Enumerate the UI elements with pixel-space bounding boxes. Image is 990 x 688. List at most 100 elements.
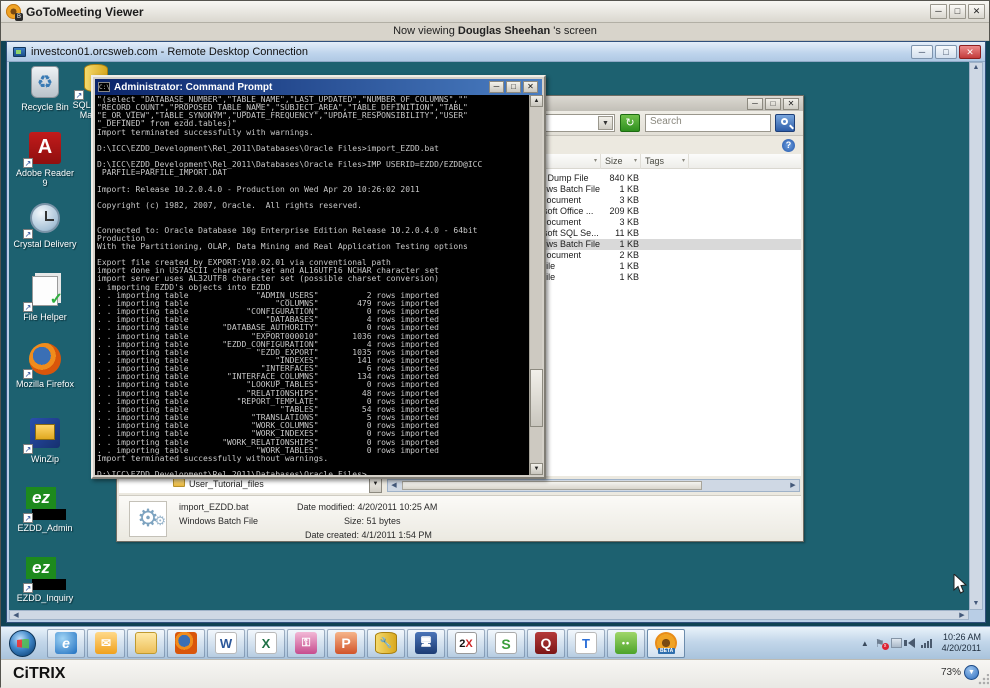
scroll-up-icon[interactable]: ▲ bbox=[530, 95, 543, 107]
taskbar-q-app-button[interactable]: Q bbox=[527, 629, 565, 658]
details-date-created: Date created: 4/1/2011 1:54 PM bbox=[305, 530, 432, 540]
desktop-icon-crystal-delivery[interactable]: ↗ Crystal Delivery bbox=[13, 202, 77, 249]
details-date-modified: Date modified: 4/20/2011 10:25 AM bbox=[297, 502, 437, 512]
folder-icon bbox=[173, 478, 185, 487]
scroll-right-icon[interactable]: ▶ bbox=[956, 611, 968, 621]
desktop-icon-winzip[interactable]: ↗ WinZip bbox=[13, 417, 77, 464]
icon-label: EZDD_Inquiry bbox=[13, 593, 77, 603]
firefox-icon bbox=[29, 343, 61, 375]
taskbar-outlook-button[interactable]: ✉ bbox=[87, 629, 125, 658]
refresh-go-button[interactable]: ↻ bbox=[620, 114, 640, 132]
taskbar-remote-desktop-button[interactable]: 🖥 bbox=[407, 629, 445, 658]
desktop-icon-adobe-reader[interactable]: A↗ Adobe Reader 9 bbox=[13, 132, 77, 188]
cmd-titlebar[interactable]: C:\ Administrator: Command Prompt ─ □ ✕ bbox=[95, 79, 542, 95]
mouse-cursor bbox=[953, 574, 968, 596]
viewer-close-button[interactable]: ✕ bbox=[968, 4, 985, 19]
firefox-icon bbox=[175, 632, 197, 654]
scroll-left-icon[interactable]: ◀ bbox=[10, 611, 22, 621]
taskbar-firefox-button[interactable] bbox=[167, 629, 205, 658]
shortcut-arrow-icon: ↗ bbox=[23, 369, 33, 379]
taskbar-sql-tools-button[interactable]: 🔧 bbox=[367, 629, 405, 658]
column-filter-icon[interactable]: ▾ bbox=[591, 154, 600, 169]
desktop-icon-firefox[interactable]: ↗ Mozilla Firefox bbox=[13, 343, 77, 389]
desktop-icon-ezdd-inquiry[interactable]: ez↗ EZDD_Inquiry bbox=[13, 557, 77, 603]
viewer-minimize-button[interactable]: ─ bbox=[930, 4, 947, 19]
column-filter-icon[interactable]: ▾ bbox=[679, 154, 688, 169]
tree-scroll-down-icon[interactable]: ▼ bbox=[369, 478, 382, 493]
powerpoint-icon: P bbox=[335, 632, 357, 654]
cmd-close-button[interactable]: ✕ bbox=[523, 81, 538, 93]
t-app-icon: T bbox=[575, 632, 597, 654]
viewer-maximize-button[interactable]: □ bbox=[949, 4, 966, 19]
search-button[interactable] bbox=[775, 114, 795, 132]
taskbar-green-app-button[interactable]: •• bbox=[607, 629, 645, 658]
rdp-maximize-button[interactable]: □ bbox=[935, 45, 957, 59]
explorer-horizontal-scrollbar[interactable]: ◀ ▶ bbox=[387, 479, 800, 492]
taskbar-2x-button[interactable]: 2X bbox=[447, 629, 485, 658]
s-app-icon: S bbox=[495, 632, 517, 654]
rdp-vertical-scrollbar[interactable]: ▲ ▼ bbox=[969, 62, 983, 610]
console-output[interactable]: "(select "DATABASE_NUMBER","TABLE_NAME",… bbox=[95, 95, 529, 475]
tray-generic-icon[interactable] bbox=[891, 638, 902, 648]
cmd-vertical-scrollbar[interactable]: ▲ ▼ bbox=[529, 95, 542, 475]
clock-icon bbox=[30, 203, 60, 233]
word-icon: W bbox=[215, 632, 237, 654]
taskbar-word-button[interactable]: W bbox=[207, 629, 245, 658]
cmd-maximize-button[interactable]: □ bbox=[506, 81, 521, 93]
volume-icon[interactable] bbox=[908, 638, 915, 648]
taskbar-powerpoint-button[interactable]: P bbox=[327, 629, 365, 658]
rdp-horizontal-scrollbar[interactable]: ◀ ▶ bbox=[9, 610, 969, 620]
scroll-right-icon[interactable]: ▶ bbox=[787, 481, 799, 491]
icon-label: Crystal Delivery bbox=[13, 239, 77, 249]
scrollbar-thumb[interactable] bbox=[530, 369, 543, 427]
command-prompt-window: C:\ Administrator: Command Prompt ─ □ ✕ … bbox=[91, 75, 546, 479]
tray-date: 4/20/2011 bbox=[942, 643, 981, 654]
taskbar-textpad-button[interactable]: T bbox=[567, 629, 605, 658]
explorer-close-button[interactable]: ✕ bbox=[783, 98, 799, 110]
network-signal-icon[interactable] bbox=[921, 639, 932, 648]
cmd-title: Administrator: Command Prompt bbox=[114, 82, 272, 93]
scroll-down-icon[interactable]: ▼ bbox=[970, 599, 982, 609]
taskbar-gotomeeting-button[interactable]: BETA bbox=[647, 629, 685, 658]
scroll-down-icon[interactable]: ▼ bbox=[530, 463, 543, 475]
start-button[interactable] bbox=[9, 630, 36, 657]
outlook-icon: ✉ bbox=[95, 632, 117, 654]
viewer-titlebar[interactable]: GoToMeeting Viewer ─ □ ✕ bbox=[1, 1, 989, 23]
taskbar-excel-button[interactable]: X bbox=[247, 629, 285, 658]
cmd-minimize-button[interactable]: ─ bbox=[489, 81, 504, 93]
tray-expand-icon[interactable]: ▲ bbox=[861, 639, 869, 648]
scroll-up-icon[interactable]: ▲ bbox=[970, 63, 982, 73]
address-dropdown-icon[interactable]: ▼ bbox=[598, 116, 613, 130]
desktop-icon-ezdd-admin[interactable]: ez↗ EZDD_Admin bbox=[13, 487, 77, 533]
rdp-titlebar[interactable]: investcon01.orcsweb.com - Remote Desktop… bbox=[7, 42, 985, 62]
help-icon[interactable]: ? bbox=[782, 139, 795, 152]
icon-label: Adobe Reader 9 bbox=[13, 168, 77, 188]
desktop-icon-file-helper[interactable]: ↗ File Helper bbox=[13, 275, 77, 322]
folder-tree-item[interactable]: User_Tutorial_files bbox=[119, 478, 382, 493]
database-wrench-icon: 🔧 bbox=[375, 632, 397, 654]
taskbar-s-app-button[interactable]: S bbox=[487, 629, 525, 658]
batch-file-gear-icon: ⚙⚙ bbox=[129, 501, 167, 537]
search-input[interactable]: Search bbox=[645, 114, 771, 132]
gotomeeting-daisy-icon: BETA bbox=[655, 632, 677, 654]
resize-grip[interactable] bbox=[977, 674, 989, 686]
explorer-maximize-button[interactable]: □ bbox=[765, 98, 781, 110]
adobe-reader-icon: A bbox=[29, 132, 61, 164]
rdp-minimize-button[interactable]: ─ bbox=[911, 45, 933, 59]
icon-label: EZDD_Admin bbox=[13, 523, 77, 533]
taskbar-explorer-button[interactable] bbox=[127, 629, 165, 658]
column-size[interactable]: Size▾ bbox=[601, 154, 641, 169]
scroll-left-icon[interactable]: ◀ bbox=[388, 481, 400, 491]
taskbar-ie-button[interactable]: e bbox=[47, 629, 85, 658]
rdp-close-button[interactable]: ✕ bbox=[959, 45, 981, 59]
column-filter-icon[interactable]: ▾ bbox=[631, 154, 640, 169]
scrollbar-thumb[interactable] bbox=[402, 481, 702, 490]
column-tags[interactable]: Tags▾ bbox=[641, 154, 689, 169]
action-center-flag-icon[interactable]: ⚑x bbox=[875, 637, 885, 650]
tray-clock[interactable]: 10:26 AM 4/20/2011 bbox=[942, 632, 981, 654]
tray-time: 10:26 AM bbox=[942, 632, 981, 643]
taskbar-access-button[interactable]: ⚿ bbox=[287, 629, 325, 658]
excel-icon: X bbox=[255, 632, 277, 654]
citrix-logo: CiTRIX bbox=[13, 665, 65, 683]
explorer-minimize-button[interactable]: ─ bbox=[747, 98, 763, 110]
